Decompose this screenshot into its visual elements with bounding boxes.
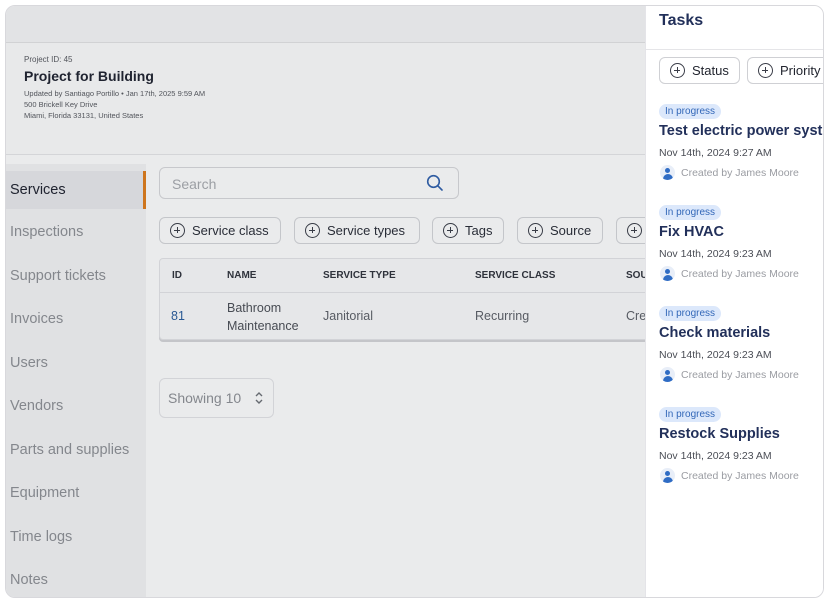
task-creator-label: Created by James Moore	[681, 470, 799, 482]
modal-backdrop[interactable]	[6, 6, 645, 597]
plus-circle-icon	[758, 63, 773, 78]
user-avatar-icon	[660, 468, 675, 483]
status-badge: In progress	[659, 205, 722, 220]
app-window: Project ID: 45 Project for Building Upda…	[5, 5, 824, 598]
task-title[interactable]: Check materials	[659, 325, 823, 341]
task-title[interactable]: Test electric power system	[659, 123, 823, 139]
user-avatar-icon	[660, 266, 675, 281]
task-creator: Created by James Moore	[659, 165, 823, 181]
task-creator: Created by James Moore	[659, 266, 823, 282]
filter-label: Status	[692, 63, 729, 78]
task-card[interactable]: In progress Test electric power system N…	[659, 101, 823, 181]
task-creator: Created by James Moore	[659, 468, 823, 484]
task-card[interactable]: In progress Fix HVAC Nov 14th, 2024 9:23…	[659, 202, 823, 282]
filter-status-button[interactable]: Status	[659, 57, 740, 84]
filter-priority-button[interactable]: Priority	[747, 57, 823, 84]
tasks-panel-title: Tasks	[659, 12, 704, 29]
status-badge: In progress	[659, 104, 722, 119]
status-badge: In progress	[659, 407, 722, 422]
task-date: Nov 14th, 2024 9:23 AM	[659, 248, 772, 260]
task-card[interactable]: In progress Check materials Nov 14th, 20…	[659, 303, 823, 383]
task-creator-label: Created by James Moore	[681, 268, 799, 280]
task-title[interactable]: Restock Supplies	[659, 426, 823, 442]
status-badge: In progress	[659, 306, 722, 321]
task-date: Nov 14th, 2024 9:23 AM	[659, 349, 772, 361]
tasks-panel: Tasks Status Priority In progress Test e…	[645, 6, 823, 597]
task-date: Nov 14th, 2024 9:27 AM	[659, 147, 772, 159]
task-creator-label: Created by James Moore	[681, 167, 799, 179]
task-creator-label: Created by James Moore	[681, 369, 799, 381]
user-avatar-icon	[660, 165, 675, 180]
filter-label: Priority	[780, 63, 821, 78]
panel-divider	[646, 49, 823, 50]
task-card[interactable]: In progress Restock Supplies Nov 14th, 2…	[659, 404, 823, 484]
task-date: Nov 14th, 2024 9:23 AM	[659, 450, 772, 462]
user-avatar-icon	[660, 367, 675, 382]
task-title[interactable]: Fix HVAC	[659, 224, 823, 240]
task-creator: Created by James Moore	[659, 367, 823, 383]
plus-circle-icon	[670, 63, 685, 78]
